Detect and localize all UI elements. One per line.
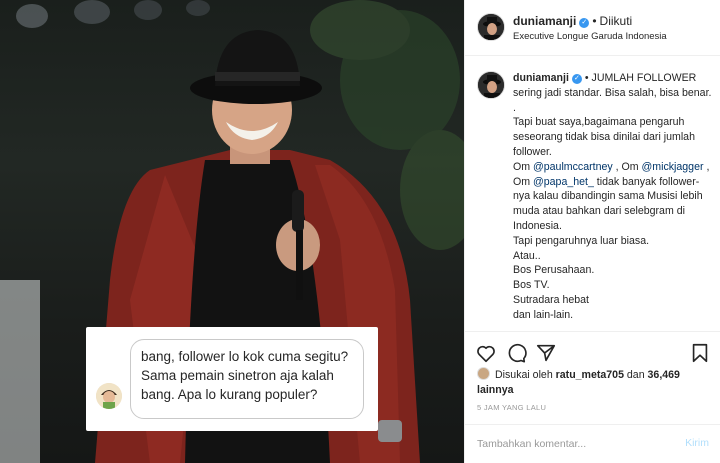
overlay-comment-line: Sama pemain sinetron aja kalah — [141, 368, 334, 383]
caption-line: Atau.. — [513, 249, 541, 262]
caption-line: Tapi pengaruhnya luar biasa. — [513, 234, 650, 247]
post-comment-button[interactable]: Kirim — [685, 437, 709, 449]
liker-avatar[interactable] — [477, 367, 490, 380]
caption-om-prefix: Om — [513, 160, 534, 173]
overlay-comment-bubble: bang, follower lo kok cuma segitu? Sama … — [130, 339, 364, 419]
post-photo[interactable]: bang, follower lo kok cuma segitu? Sama … — [0, 0, 464, 463]
likes-suffix[interactable]: lainnya — [477, 384, 514, 396]
caption-dot-line: . — [513, 101, 516, 114]
caption-line: Bos Perusahaan. — [513, 264, 595, 277]
author-username[interactable]: duniamanji — [513, 14, 576, 28]
heart-icon[interactable] — [475, 342, 497, 364]
profile-picture-icon — [478, 72, 504, 98]
caption-section: duniamanji ✓ • JUMLAH FOLLOWER sering jad… — [465, 57, 720, 329]
bookmark-icon[interactable] — [689, 342, 711, 364]
caption-paragraph: Tapi buat saya,bagaimana pengaruh seseor… — [513, 116, 695, 158]
follow-status-button[interactable]: Diikuti — [600, 14, 633, 28]
mention-link-paulmccartney[interactable]: @paulmccartney — [533, 161, 613, 173]
overlay-comment-card: bang, follower lo kok cuma segitu? Sama … — [86, 327, 378, 431]
follow-separator: • — [592, 14, 597, 28]
mention-link-papa-het[interactable]: @papa_het_ — [533, 176, 594, 188]
verified-check-icon: ✓ — [579, 18, 590, 28]
likes-summary: Disukai oleh ratu_meta705 dan 36,469 lai… — [477, 367, 713, 398]
commenter-avatar — [96, 383, 122, 409]
likes-count[interactable]: 36,469 — [648, 369, 680, 381]
verified-check-icon: ✓ — [571, 74, 582, 84]
overlay-comment-line: bang. Apa lo kurang populer? — [141, 387, 318, 402]
post-location[interactable]: Executive Longue Garuda Indonesia — [513, 31, 667, 42]
caption-line: Bos TV. — [513, 279, 550, 292]
share-icon[interactable] — [535, 342, 557, 364]
likes-connector: dan — [623, 369, 648, 381]
post-timestamp[interactable]: 5 JAM YANG LALU — [477, 403, 546, 412]
cartoon-avatar-icon — [96, 383, 122, 409]
overlay-comment-line: bang, follower lo kok cuma segitu? — [141, 349, 349, 364]
mention-link-mickjagger[interactable]: @mickjagger — [642, 161, 704, 173]
caption-line: dan lain-lain. — [513, 308, 574, 321]
likes-prefix: Disukai oleh — [495, 369, 556, 381]
author-avatar[interactable] — [477, 13, 505, 41]
likes-first-user[interactable]: ratu_meta705 — [556, 369, 624, 381]
profile-picture-icon — [478, 14, 504, 40]
comment-input[interactable] — [477, 436, 667, 452]
author-line: duniamanji ✓ • Diikuti — [513, 14, 632, 28]
post-header: duniamanji ✓ • Diikuti Executive Longue Gar… — [465, 0, 720, 56]
add-comment-bar: Kirim — [465, 424, 720, 463]
post-side-panel: duniamanji ✓ • Diikuti Executive Longue Gar… — [464, 0, 720, 463]
caption-username[interactable]: duniamanji — [513, 72, 569, 84]
caption-om-sep: , Om — [612, 160, 642, 173]
comment-icon[interactable] — [505, 342, 527, 364]
caption-author-avatar[interactable] — [477, 71, 505, 99]
caption-line: Sutradara hebat — [513, 293, 589, 306]
caption-text: duniamanji ✓ • JUMLAH FOLLOWER sering jad… — [513, 71, 713, 323]
